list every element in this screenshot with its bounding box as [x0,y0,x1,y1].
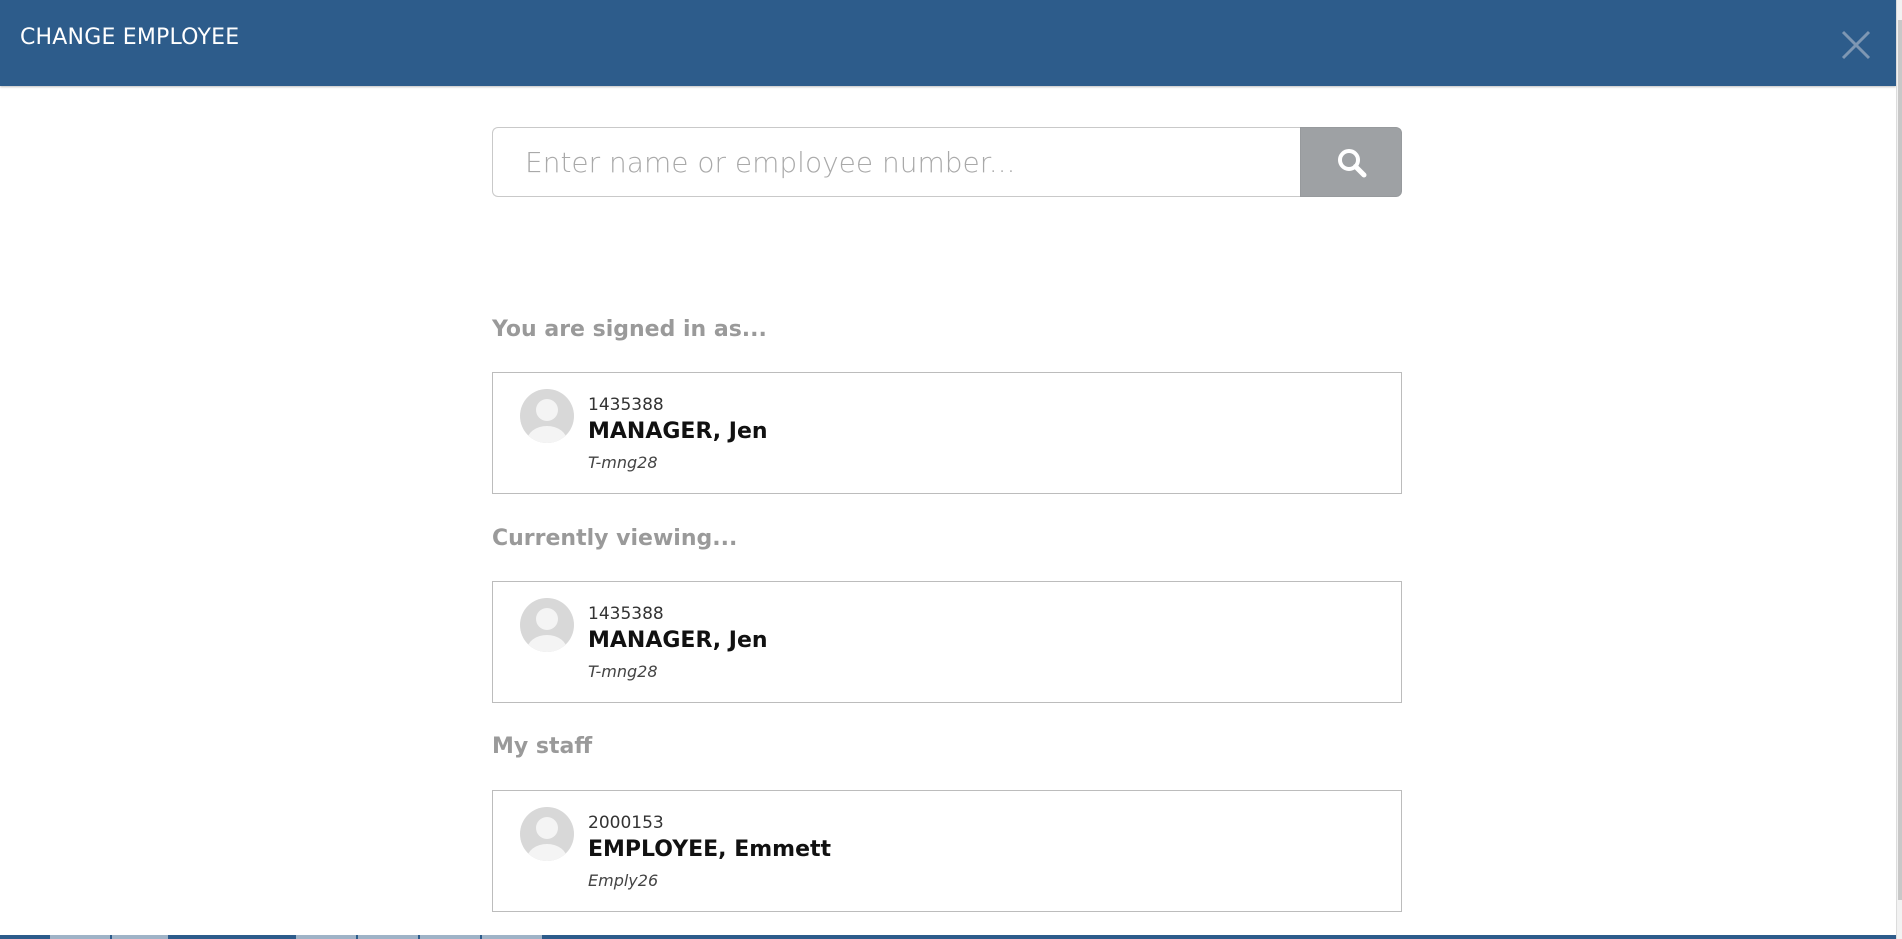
avatar-icon [520,807,574,861]
close-icon [1841,30,1871,60]
avatar-icon [520,389,574,443]
employee-search [492,127,1402,199]
employee-name: MANAGER, Jen [588,419,768,444]
staff-employee-card[interactable]: 2000153 EMPLOYEE, Emmett Emply26 [492,790,1402,912]
vertical-scrollbar[interactable] [1896,0,1902,939]
search-button[interactable] [1300,127,1402,197]
modal-title: CHANGE EMPLOYEE [20,25,240,50]
scrollbar-thumb[interactable] [1898,20,1902,900]
avatar-icon [520,598,574,652]
bottom-taskbar-strip [0,935,1896,939]
employee-name: EMPLOYEE, Emmett [588,837,832,862]
currently-viewing-label: Currently viewing... [492,526,738,551]
close-button[interactable] [1838,27,1874,63]
signed-in-label: You are signed in as... [492,317,767,342]
signed-in-employee-card[interactable]: 1435388 MANAGER, Jen T-mng28 [492,372,1402,494]
employee-code: T-mng28 [588,453,658,472]
search-icon [1338,149,1367,178]
employee-code: Emply26 [588,871,659,890]
employee-number: 1435388 [588,604,664,624]
modal-header: CHANGE EMPLOYEE [0,0,1896,86]
employee-code: T-mng28 [588,662,658,681]
search-input[interactable] [492,127,1300,197]
employee-name: MANAGER, Jen [588,628,768,653]
employee-number: 1435388 [588,395,664,415]
employee-number: 2000153 [588,813,664,833]
my-staff-label: My staff [492,734,593,759]
currently-viewing-employee-card[interactable]: 1435388 MANAGER, Jen T-mng28 [492,581,1402,703]
